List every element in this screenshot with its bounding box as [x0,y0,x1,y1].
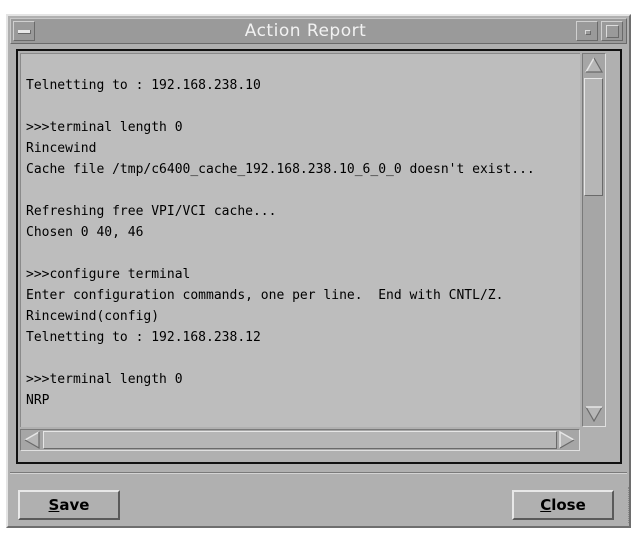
horizontal-scrollbar[interactable] [20,429,580,451]
report-text-area[interactable]: Telnetting to : 192.168.238.10 >>>termin… [20,53,580,427]
arrow-down-icon [585,406,603,423]
log-line: NRP [26,393,50,408]
log-line: >>>configure terminal [26,267,191,282]
scroll-down-button[interactable] [584,404,604,424]
window-edge-handle [628,487,632,523]
report-frame: Telnetting to : 192.168.238.10 >>>termin… [16,49,622,464]
scroll-up-button[interactable] [584,55,604,75]
window-menu-button[interactable] [13,21,35,41]
arrow-left-icon [24,431,40,450]
close-mnemonic: C [540,496,552,514]
close-label-rest: lose [551,496,586,514]
window-title: Action Report [244,21,367,41]
button-area-separator [10,472,627,474]
title-bar[interactable]: Action Report [10,18,627,44]
log-line: Cache file /tmp/c6400_cache_192.168.238.… [26,162,535,177]
save-mnemonic: S [48,496,60,514]
log-line: >>>terminal length 0 [26,120,183,135]
log-line: Enter configuration commands, one per li… [26,288,504,303]
window-menu-icon [18,30,31,34]
vertical-scroll-thumb[interactable] [584,78,603,196]
arrow-up-icon [585,57,604,73]
log-line: Chosen 0 40, 46 [26,225,144,240]
save-button[interactable]: Save [18,490,120,520]
vertical-scrollbar[interactable] [582,53,606,427]
arrow-right-icon [559,430,575,449]
horizontal-scroll-thumb[interactable] [43,431,557,449]
log-line: Telnetting to : 192.168.238.10 [26,78,261,93]
log-line: Telnetting to : 192.168.238.12 [26,330,261,345]
scroll-left-button[interactable] [22,430,42,450]
maximize-icon [606,25,619,38]
scroll-right-button[interactable] [557,430,577,450]
log-line: Rincewind [26,141,97,156]
minimize-button[interactable] [576,21,598,41]
log-line: Rincewind(config) [26,309,160,324]
maximize-button[interactable] [601,21,623,41]
log-line: Refreshing free VPI/VCI cache... [26,204,277,219]
action-report-window: Action Report Telnetting to : 192.168.23… [6,14,631,528]
log-line: >>>terminal length 0 [26,372,183,387]
save-label-rest: ave [59,496,90,514]
close-button[interactable]: Close [512,490,614,520]
minimize-icon [585,30,591,35]
